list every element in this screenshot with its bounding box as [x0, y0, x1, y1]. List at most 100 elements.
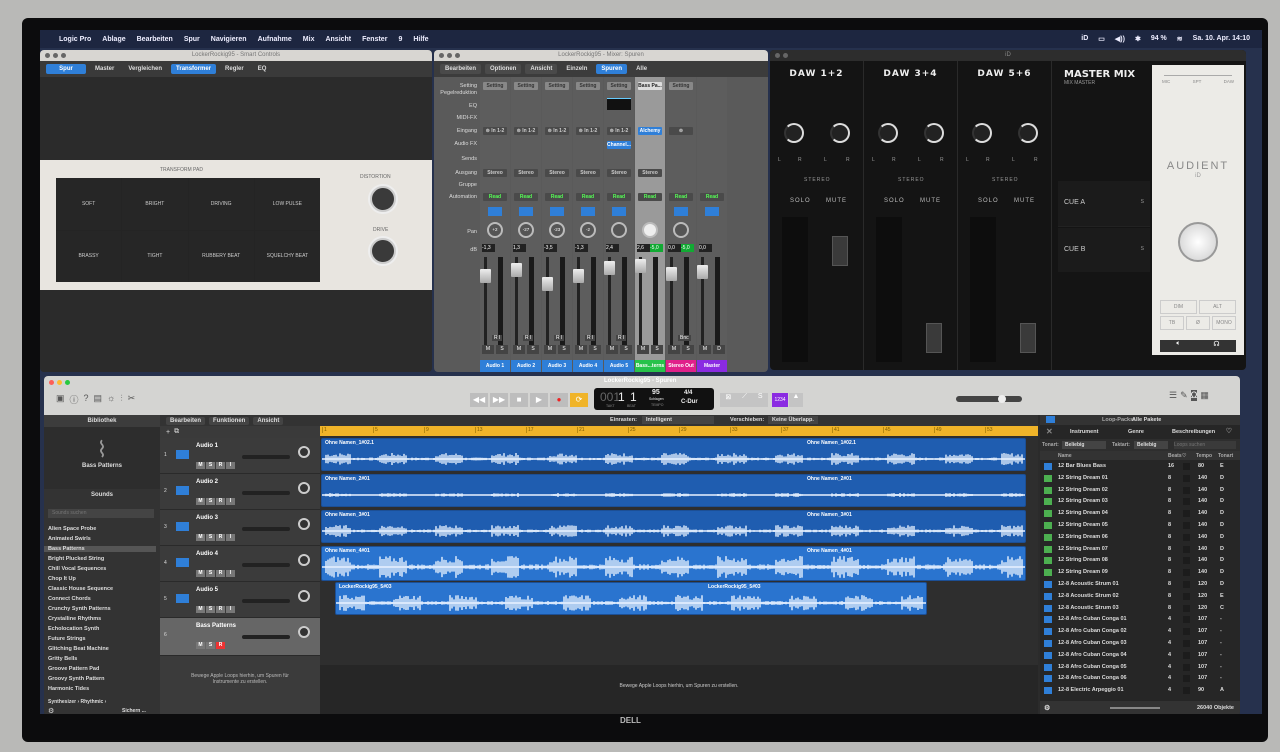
- sound-item[interactable]: Echolocation Synth: [44, 626, 156, 632]
- distortion-knob[interactable]: [370, 186, 396, 212]
- sig-select[interactable]: Beliebig: [1134, 441, 1168, 449]
- tracks-menu[interactable]: Ansicht: [253, 416, 284, 425]
- loop-row[interactable]: 12 String Dream 04 8 140 D: [1040, 508, 1240, 519]
- pan-knob-right[interactable]: [1018, 123, 1038, 143]
- forward-button[interactable]: ▶▶: [490, 393, 508, 407]
- pan-knob[interactable]: [642, 222, 658, 238]
- lcd-display[interactable]: 001 1 1 TAKT BEAT 95 Schlagen TEMPO 4/4 …: [594, 388, 714, 410]
- gear-icon[interactable]: ⚙: [48, 707, 54, 714]
- sound-item[interactable]: Bass Patterns: [44, 546, 156, 552]
- menu-9[interactable]: 9: [398, 36, 402, 43]
- favorite-checkbox[interactable]: [1183, 616, 1190, 624]
- channel-name[interactable]: Audio 1: [480, 360, 510, 372]
- track-header[interactable]: 2 Audio 2 MSRI: [160, 474, 320, 510]
- setting-button[interactable]: Setting: [607, 82, 631, 90]
- record-button[interactable]: R: [216, 642, 225, 649]
- status-item[interactable]: ✱: [1135, 35, 1141, 43]
- solo-button[interactable]: S: [620, 345, 632, 354]
- cue-solo[interactable]: S: [1141, 246, 1144, 252]
- volume-fader[interactable]: [480, 257, 491, 347]
- mixer-view-0[interactable]: Einzeln: [561, 64, 592, 74]
- record-button[interactable]: R: [216, 534, 225, 541]
- sound-item[interactable]: Chill Vocal Sequences: [44, 566, 156, 572]
- mixer-view-2[interactable]: Alle: [631, 64, 652, 74]
- column-header[interactable]: Tonart: [1218, 453, 1233, 459]
- pan-knob[interactable]: -27: [518, 222, 534, 238]
- pan-knob-left[interactable]: [972, 123, 992, 143]
- track-header[interactable]: 6 Bass Patterns M S R: [160, 618, 320, 656]
- column-header[interactable]: Tempo: [1196, 453, 1212, 459]
- solo-button[interactable]: S: [527, 345, 539, 354]
- pad-cell[interactable]: BRIGHT: [122, 178, 188, 230]
- solo-button[interactable]: S: [558, 345, 570, 354]
- cycle-button[interactable]: ⟳: [570, 393, 588, 407]
- favorite-checkbox[interactable]: [1183, 474, 1190, 482]
- audio-region[interactable]: Ohne Namen_3#01 Ohne Namen_3#01: [321, 510, 1026, 543]
- sound-item[interactable]: Classic House Sequence: [44, 586, 156, 592]
- fader-cap[interactable]: [573, 269, 584, 283]
- sound-item[interactable]: Connect Chords: [44, 596, 156, 602]
- track-header[interactable]: 1 Audio 1 MSRI: [160, 438, 320, 474]
- sound-item[interactable]: Future Strings: [44, 636, 156, 642]
- mute-button[interactable]: M: [513, 345, 525, 354]
- add-track-icon[interactable]: +: [166, 429, 170, 436]
- mute-button[interactable]: M: [637, 345, 649, 354]
- close-button[interactable]: [49, 380, 54, 385]
- menu-7[interactable]: Ansicht: [325, 36, 351, 43]
- loop-row[interactable]: 12 String Dream 02 8 140 D: [1040, 485, 1240, 496]
- record-input-buttons[interactable]: R I: [616, 335, 627, 341]
- column-header[interactable]: ♡: [1182, 453, 1186, 459]
- pad-cell[interactable]: SOFT: [56, 178, 122, 230]
- favorite-checkbox[interactable]: [1183, 510, 1190, 518]
- mute-button[interactable]: M: [606, 345, 618, 354]
- menu-3[interactable]: Spur: [184, 36, 200, 43]
- mixer-menu[interactable]: Optionen: [485, 64, 522, 74]
- channel-name[interactable]: Audio 2: [511, 360, 541, 372]
- mute-button[interactable]: M: [196, 606, 205, 613]
- pan-knob[interactable]: -2: [580, 222, 596, 238]
- solo-button[interactable]: SOLO: [978, 198, 999, 204]
- pan-knob[interactable]: [611, 222, 627, 238]
- tab-spur[interactable]: Spur: [46, 64, 86, 74]
- packs-select[interactable]: Alle Pakete: [1132, 417, 1161, 423]
- sound-item[interactable]: Chop It Up: [44, 576, 156, 582]
- track-pan-knob[interactable]: [298, 446, 310, 458]
- setting-button[interactable]: Setting: [545, 82, 569, 90]
- record-input-buttons[interactable]: R I: [585, 335, 596, 341]
- sound-item[interactable]: Gritty Bells: [44, 656, 156, 662]
- record-button[interactable]: R: [216, 570, 225, 577]
- solo-button[interactable]: S: [496, 345, 508, 354]
- setting-button[interactable]: Setting: [576, 82, 600, 90]
- master-volume-slider[interactable]: [956, 395, 1022, 403]
- loop-tab[interactable]: Genre: [1128, 429, 1144, 435]
- loop-row[interactable]: 12 String Dream 07 8 140 D: [1040, 544, 1240, 555]
- mute-button[interactable]: M: [575, 345, 587, 354]
- track-volume-slider[interactable]: [242, 599, 290, 603]
- volume-fader[interactable]: [832, 236, 848, 266]
- track-header[interactable]: 5 Audio 5 MSRI: [160, 582, 320, 618]
- pad-cell[interactable]: SQUELCHY BEAT: [254, 230, 320, 282]
- loop-row[interactable]: 12 String Dream 09 8 140 D: [1040, 567, 1240, 578]
- mute-button[interactable]: M: [699, 345, 711, 354]
- mute-button[interactable]: M: [668, 345, 680, 354]
- volume-fader[interactable]: [604, 257, 615, 347]
- status-item[interactable]: Sa. 10. Apr. 14:10: [1193, 35, 1250, 43]
- column-header[interactable]: Name: [1058, 453, 1072, 459]
- drag-select[interactable]: Keine Überlapp.: [768, 416, 818, 424]
- volume-knob[interactable]: [1178, 222, 1218, 262]
- editors-icon[interactable]: ✂: [128, 393, 136, 406]
- pan-knob-right[interactable]: [830, 123, 850, 143]
- cue-b[interactable]: CUE B S: [1058, 228, 1150, 272]
- automation-mode[interactable]: Read: [483, 193, 507, 201]
- library-icon[interactable]: ▣: [56, 393, 65, 406]
- count-in-button[interactable]: 1234: [772, 393, 788, 407]
- input-button[interactable]: I: [226, 498, 235, 505]
- output-slot[interactable]: Stereo: [545, 169, 569, 177]
- loop-row[interactable]: 12-8 Afro Cuban Conga 04 4 107 -: [1040, 650, 1240, 661]
- record-button[interactable]: ●: [550, 393, 568, 407]
- mute-button[interactable]: M: [196, 570, 205, 577]
- solo-button[interactable]: S: [651, 345, 663, 354]
- record-input-buttons[interactable]: R I: [492, 335, 503, 341]
- pan-knob-right[interactable]: [924, 123, 944, 143]
- automation-mode[interactable]: Read: [545, 193, 569, 201]
